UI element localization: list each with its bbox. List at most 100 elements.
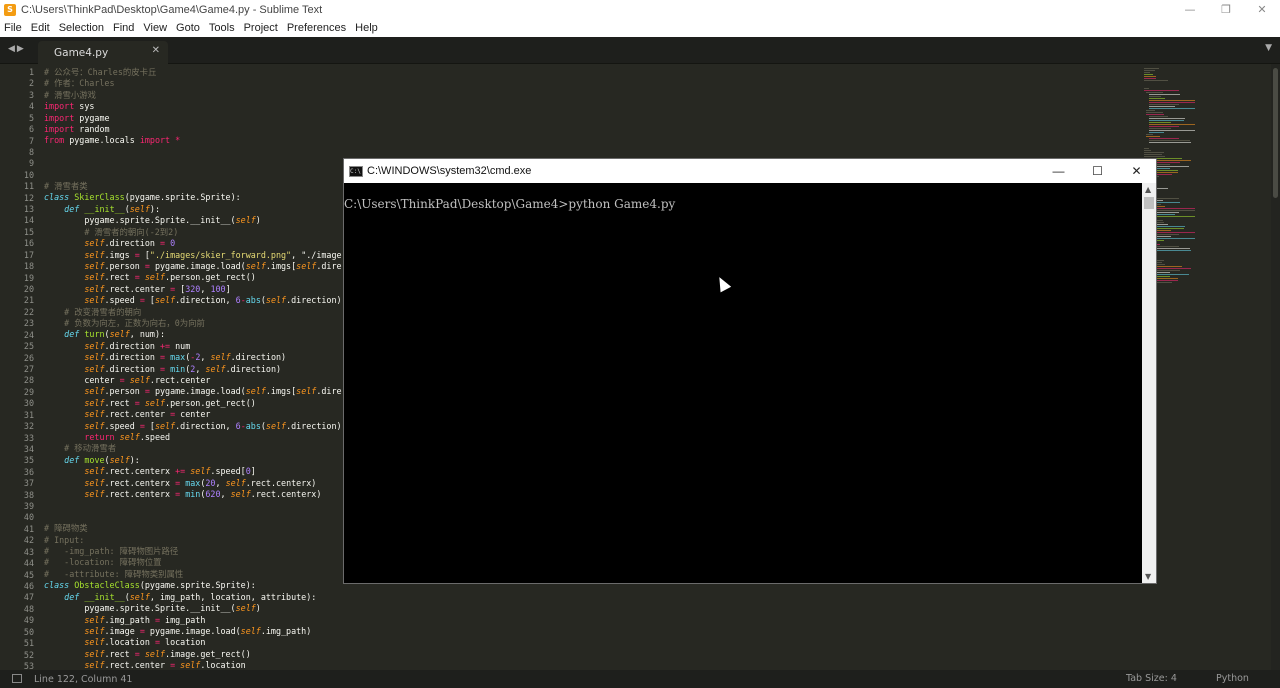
minimap-line — [1146, 92, 1164, 93]
cmd-titlebar: C:\ C:\WINDOWS\system32\cmd.exe — ☐ ✕ — [344, 159, 1156, 183]
code-line[interactable]: self.rect.centerx = min(620, self.rect.c… — [44, 489, 342, 500]
code-line[interactable]: center = self.rect.center — [44, 375, 342, 386]
code-line[interactable]: self.direction = max(-2, self.direction) — [44, 352, 342, 363]
code-line[interactable]: self.image = pygame.image.load(self.img_… — [44, 626, 342, 637]
cmd-scrollbar[interactable]: ▲ ▼ — [1142, 183, 1156, 583]
cmd-minimize-button[interactable]: — — [1039, 159, 1078, 183]
code-line[interactable]: # Input: — [44, 535, 342, 546]
minimap-line — [1144, 150, 1152, 151]
code-line[interactable]: self.speed = [self.direction, 6-abs(self… — [44, 421, 341, 432]
maximize-button[interactable]: ❐ — [1208, 0, 1244, 19]
code-line[interactable]: self.rect.centerx += self.speed[0] — [44, 466, 342, 477]
tab-game4-py[interactable]: Game4.py ✕ — [38, 41, 168, 64]
code-line[interactable]: self.rect.center = center — [44, 409, 342, 420]
menu-view[interactable]: View — [143, 22, 167, 34]
code-line[interactable] — [44, 512, 342, 523]
code-line[interactable]: self.direction = min(2, self.direction) — [44, 364, 342, 375]
code-line[interactable]: pygame.sprite.Sprite.__init__(self) — [44, 603, 342, 614]
minimize-button[interactable]: — — [1172, 0, 1208, 19]
code-line[interactable]: self.rect = self.image.get_rect() — [44, 649, 342, 660]
code-line[interactable]: import pygame — [44, 113, 342, 124]
line-number: 25 — [23, 341, 34, 352]
editor-scrollbar[interactable] — [1271, 64, 1280, 670]
code-line[interactable]: self.imgs = ["./images/skier_forward.png… — [44, 250, 342, 261]
menu-file[interactable]: File — [4, 22, 22, 34]
code-line[interactable]: # 公众号：Charles的皮卡丘 — [44, 67, 342, 78]
code-line[interactable]: # -location: 障碍物位置 — [44, 557, 342, 568]
code-line[interactable]: class ObstacleClass(pygame.sprite.Sprite… — [44, 580, 342, 591]
line-number: 31 — [23, 409, 34, 420]
line-number: 52 — [23, 649, 34, 660]
code-line[interactable]: self.speed = [self.direction, 6-abs(self… — [44, 295, 341, 306]
scrollbar-thumb[interactable] — [1273, 68, 1278, 198]
tab-nav-arrows-icon[interactable]: ◀▶ — [8, 44, 26, 54]
code-line[interactable]: def __init__(self, img_path, location, a… — [44, 592, 342, 603]
code-line[interactable]: # 移动滑雪者 — [44, 443, 342, 454]
minimap[interactable] — [1140, 64, 1270, 670]
code-line[interactable]: self.person = pygame.image.load(self.img… — [44, 386, 342, 397]
cmd-maximize-button[interactable]: ☐ — [1078, 159, 1117, 183]
code-line[interactable]: self.rect = self.person.get_rect() — [44, 272, 342, 283]
code-line[interactable]: # -attribute: 障碍物类别属性 — [44, 569, 342, 580]
close-button[interactable]: ✕ — [1244, 0, 1280, 19]
menu-goto[interactable]: Goto — [176, 22, 200, 34]
code-line[interactable]: from pygame.locals import * — [44, 135, 342, 146]
code-line[interactable]: # 滑雪小游戏 — [44, 90, 342, 101]
menu-project[interactable]: Project — [244, 22, 278, 34]
code-area[interactable]: # 公众号：Charles的皮卡丘 # 作者：Charles # 滑雪小游戏 impo… — [44, 67, 342, 670]
menu-find[interactable]: Find — [113, 22, 134, 34]
code-line[interactable]: # 改变滑雪者的朝向 — [44, 307, 342, 318]
window-title: C:\Users\ThinkPad\Desktop\Game4\Game4.py… — [21, 3, 323, 16]
code-line[interactable]: # 障碍物类 — [44, 523, 342, 534]
code-line[interactable] — [44, 170, 342, 181]
code-line[interactable]: self.location = location — [44, 637, 342, 648]
code-line[interactable]: # 负数为向左，正数为向右，0为向前 — [44, 318, 342, 329]
menu-selection[interactable]: Selection — [59, 22, 104, 34]
code-line[interactable]: # -img_path: 障碍物图片路径 — [44, 546, 342, 557]
code-line[interactable]: def move(self): — [44, 455, 342, 466]
menu-tools[interactable]: Tools — [209, 22, 235, 34]
code-line[interactable]: self.rect.center = self.location — [44, 660, 342, 670]
tab-dropdown-icon[interactable]: ▼ — [1265, 43, 1272, 53]
cmd-close-button[interactable]: ✕ — [1117, 159, 1156, 183]
code-line[interactable]: self.direction += num — [44, 341, 342, 352]
tab-close-icon[interactable]: ✕ — [152, 45, 160, 56]
tab-bar: ◀▶ Game4.py ✕ ▼ — [0, 37, 1280, 64]
minimap-line — [1146, 134, 1153, 135]
code-line[interactable]: # 滑雪者的朝向(-2到2) — [44, 227, 342, 238]
code-line[interactable]: pygame.sprite.Sprite.__init__(self) — [44, 215, 342, 226]
code-line[interactable]: # 滑雪者类 — [44, 181, 342, 192]
code-line[interactable] — [44, 147, 342, 158]
code-line[interactable]: def turn(self, num): — [44, 329, 342, 340]
cmd-scroll-thumb[interactable] — [1144, 197, 1154, 209]
code-line[interactable]: # 作者：Charles — [44, 78, 342, 89]
scroll-down-icon[interactable]: ▼ — [1145, 572, 1151, 581]
code-line[interactable]: def __init__(self): — [44, 204, 342, 215]
syntax-mode[interactable]: Python — [1216, 673, 1249, 684]
scroll-up-icon[interactable]: ▲ — [1145, 185, 1151, 194]
code-line[interactable]: self.rect.center = [320, 100] — [44, 284, 342, 295]
line-number: 39 — [23, 501, 34, 512]
line-number: 30 — [23, 398, 34, 409]
cmd-prompt[interactable]: C:\Users\ThinkPad\Desktop\Game4>python G… — [344, 197, 675, 211]
code-line[interactable]: import random — [44, 124, 342, 135]
code-line[interactable]: class SkierClass(pygame.sprite.Sprite): — [44, 192, 342, 203]
menu-edit[interactable]: Edit — [31, 22, 50, 34]
code-line[interactable]: import sys — [44, 101, 342, 112]
line-number: 5 — [28, 112, 34, 123]
code-line[interactable]: return self.speed — [44, 432, 342, 443]
panel-toggle-icon[interactable] — [12, 674, 22, 683]
code-line[interactable] — [44, 500, 342, 511]
code-line[interactable]: self.rect = self.person.get_rect() — [44, 398, 342, 409]
code-line[interactable]: self.direction = 0 — [44, 238, 342, 249]
tab-size[interactable]: Tab Size: 4 — [1126, 673, 1177, 684]
menu-help[interactable]: Help — [355, 22, 378, 34]
code-line[interactable]: self.img_path = img_path — [44, 615, 342, 626]
code-line[interactable]: self.rect.centerx = max(20, self.rect.ce… — [44, 478, 342, 489]
minimap-line — [1148, 98, 1165, 99]
code-line[interactable] — [44, 158, 342, 169]
cmd-window[interactable]: C:\ C:\WINDOWS\system32\cmd.exe — ☐ ✕ C:… — [343, 158, 1157, 584]
line-number: 50 — [23, 626, 34, 637]
menu-preferences[interactable]: Preferences — [287, 22, 346, 34]
code-line[interactable]: self.person = pygame.image.load(self.img… — [44, 261, 342, 272]
